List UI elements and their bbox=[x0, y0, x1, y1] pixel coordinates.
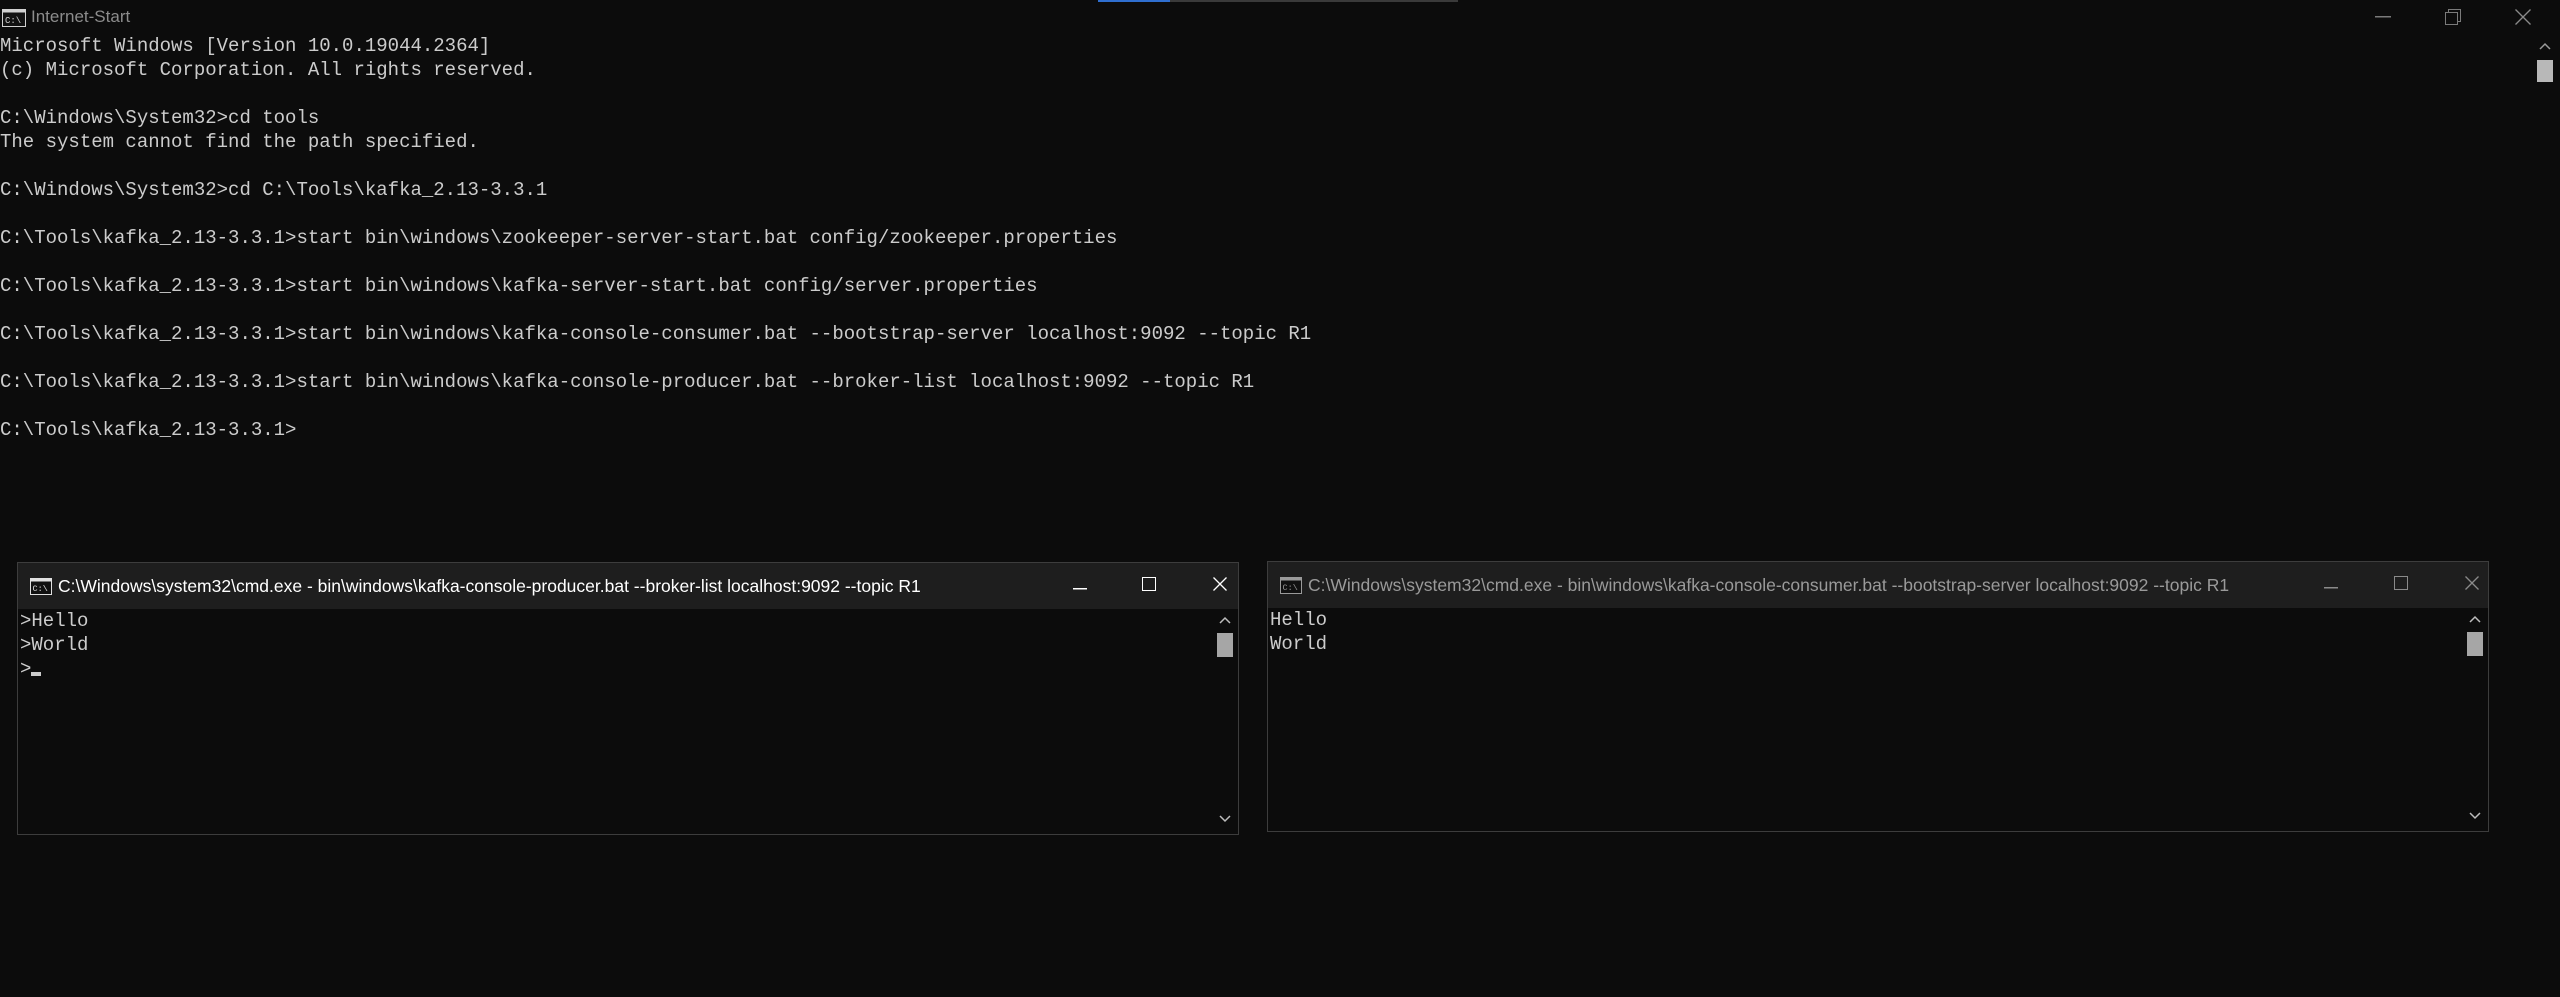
title-tab-indicator-active bbox=[1098, 0, 1170, 2]
restore-icon bbox=[2445, 9, 2461, 25]
window-title: Internet-Start bbox=[31, 7, 131, 26]
svg-text:C:\: C:\ bbox=[33, 584, 48, 594]
console-line: C:\Windows\System32>cd tools bbox=[0, 107, 320, 129]
scroll-thumb[interactable] bbox=[1217, 633, 1233, 657]
consumer-window-title: C:\Windows\system32\cmd.exe - bin\window… bbox=[1308, 575, 2230, 595]
consumer-minimize-button[interactable] bbox=[2301, 562, 2361, 608]
console-line: Microsoft Windows [Version 10.0.19044.23… bbox=[0, 35, 491, 57]
producer-maximize-button[interactable] bbox=[1119, 563, 1179, 609]
svg-text:C:\: C:\ bbox=[1283, 583, 1298, 593]
producer-console-output[interactable]: >Hello >World > bbox=[18, 609, 1212, 834]
close-button[interactable] bbox=[2488, 0, 2558, 34]
producer-window[interactable]: C:\ C:\Windows\system32\cmd.exe - bin\wi… bbox=[17, 562, 1239, 835]
consumer-scrollbar[interactable] bbox=[2462, 608, 2488, 831]
producer-minimize-button[interactable] bbox=[1050, 563, 1110, 609]
close-icon bbox=[2515, 9, 2531, 25]
svg-text:C:\: C:\ bbox=[5, 16, 21, 26]
minimize-icon bbox=[2375, 16, 2391, 18]
maximize-icon bbox=[1142, 576, 1156, 596]
minimize-button[interactable] bbox=[2348, 0, 2418, 34]
console-line: C:\Tools\kafka_2.13-3.3.1>start bin\wind… bbox=[0, 323, 1312, 345]
producer-close-button[interactable] bbox=[1190, 563, 1250, 609]
cmd-icon: C:\ bbox=[1280, 577, 1302, 599]
console-line: C:\Tools\kafka_2.13-3.3.1>start bin\wind… bbox=[0, 371, 1255, 393]
scroll-up-arrow-icon[interactable] bbox=[2530, 36, 2560, 56]
minimize-icon bbox=[2324, 576, 2338, 594]
close-icon bbox=[1213, 576, 1227, 596]
text-cursor bbox=[31, 672, 42, 676]
producer-title-bar[interactable]: C:\ C:\Windows\system32\cmd.exe - bin\wi… bbox=[18, 563, 1238, 609]
close-icon bbox=[2465, 575, 2479, 595]
console-line: World bbox=[1270, 633, 1328, 655]
scroll-up-arrow-icon[interactable] bbox=[1217, 613, 1233, 631]
console-output[interactable]: Microsoft Windows [Version 10.0.19044.23… bbox=[0, 34, 2530, 544]
scroll-up-arrow-icon[interactable] bbox=[2467, 612, 2483, 630]
console-line: Hello bbox=[1270, 609, 1328, 631]
consumer-window[interactable]: C:\ C:\Windows\system32\cmd.exe - bin\wi… bbox=[1267, 561, 2489, 832]
console-line: >Hello bbox=[20, 610, 89, 632]
console-line: C:\Tools\kafka_2.13-3.3.1> bbox=[0, 419, 297, 441]
cmd-icon: C:\ bbox=[30, 578, 52, 600]
maximize-icon bbox=[2394, 575, 2408, 595]
scroll-down-arrow-icon[interactable] bbox=[2467, 809, 2483, 827]
consumer-close-button[interactable] bbox=[2442, 562, 2502, 608]
consumer-console-output[interactable]: Hello World bbox=[1268, 608, 2462, 831]
producer-window-title: C:\Windows\system32\cmd.exe - bin\window… bbox=[58, 576, 921, 596]
scroll-thumb[interactable] bbox=[2537, 60, 2553, 82]
consumer-maximize-button[interactable] bbox=[2371, 562, 2431, 608]
console-line: (c) Microsoft Corporation. All rights re… bbox=[0, 59, 536, 81]
minimize-icon bbox=[1073, 577, 1087, 595]
console-line: C:\Windows\System32>cd C:\Tools\kafka_2.… bbox=[0, 179, 548, 201]
console-line: The system cannot find the path specifie… bbox=[0, 131, 479, 153]
console-line: C:\Tools\kafka_2.13-3.3.1>start bin\wind… bbox=[0, 227, 1118, 249]
console-line: >World bbox=[20, 634, 89, 656]
scroll-down-arrow-icon[interactable] bbox=[1217, 812, 1233, 830]
main-scrollbar[interactable] bbox=[2530, 34, 2560, 997]
console-line: C:\Tools\kafka_2.13-3.3.1>start bin\wind… bbox=[0, 275, 1038, 297]
producer-scrollbar[interactable] bbox=[1212, 609, 1238, 834]
scroll-thumb[interactable] bbox=[2467, 632, 2483, 656]
consumer-title-bar[interactable]: C:\ C:\Windows\system32\cmd.exe - bin\wi… bbox=[1268, 562, 2488, 608]
console-line: > bbox=[20, 657, 1212, 681]
cmd-icon: C:\ bbox=[2, 9, 26, 32]
restore-button[interactable] bbox=[2418, 0, 2488, 34]
main-title-bar[interactable]: C:\ Internet-Start bbox=[0, 0, 2560, 34]
